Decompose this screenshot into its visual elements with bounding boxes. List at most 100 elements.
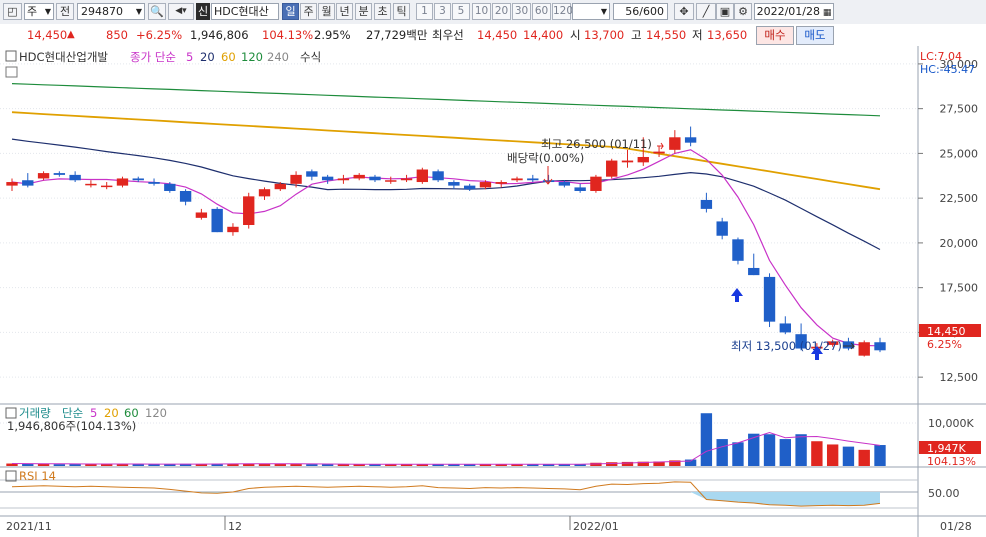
candle-body [211,208,223,233]
trade-amount: 27,729백만 [366,28,428,42]
period-button[interactable]: 일 [282,3,299,20]
candle-body [385,180,397,182]
period-button[interactable]: 년 [336,3,353,20]
period-button[interactable]: 분 [355,3,372,20]
volume-bar [53,464,66,466]
candle-body [306,171,318,177]
volume-bar [826,444,839,466]
legend-stock-name: HDC현대산업개발 [19,50,108,64]
dividend-annotation: 배당락(0.00%) [507,151,584,165]
volume-ma60: 60 [124,406,139,420]
candle-body [353,174,365,179]
period-button[interactable]: 월 [318,3,335,20]
interval-button[interactable]: 10 [472,3,491,20]
sell-button[interactable]: 매도 [796,26,834,45]
candle-body [369,176,381,181]
volume-ratio: 104.13% [262,28,314,42]
volume-tag-percent: 104.13% [927,455,976,468]
y-tick-label: 17,500 [940,282,979,295]
gear-icon[interactable]: ⚙ [734,3,752,20]
x-label-jan: 2022/01 [573,520,619,533]
data-count-field[interactable]: 56/600 [613,3,668,20]
candle-body [321,176,334,181]
candle-body [116,178,129,186]
candle-body [763,276,776,322]
volume-value: 1,946,806 [190,28,249,42]
legend-ma-title: 종가 단순 [130,50,176,64]
candle-body [227,226,239,233]
volume-bar [779,439,791,466]
interval-button[interactable]: 60 [532,3,551,20]
stock-name-field[interactable]: HDC현대산업 [211,3,279,20]
chevron-down-icon: ▼ [135,7,142,16]
open-label: 시 [570,28,581,42]
turnover-rate: 2.95% [314,28,351,42]
best-bid-price: 14,400 [523,28,564,42]
buy-button[interactable]: 매수 [756,26,794,45]
period-button[interactable]: 주 [300,3,317,20]
candle-body [69,174,81,181]
interval-button[interactable]: 120 [552,3,573,20]
x-label-dec: 12 [228,520,242,533]
legend-ma60: 60 [221,50,236,64]
y-tick-label: 22,500 [940,192,979,205]
volume-title: 거래량 [19,406,51,420]
chart-toolbar: ◰ 주▼ 전 294870▼ 🔍 ◀▾ 신 HDC현대산업 일주월년분초틱 13… [0,0,986,25]
period-button[interactable]: 초 [374,3,391,20]
low-price: 13,650 [707,28,748,42]
grid-toggle-icon[interactable] [5,66,18,78]
interval-custom-input[interactable]: ▼ [572,3,610,20]
line-tool-icon[interactable]: ╱ [696,3,716,20]
volume-bar [732,442,744,466]
volume-bar [606,462,618,466]
search-icon[interactable]: 🔍 [148,3,166,20]
candle-body [574,187,586,191]
candle-body [511,178,523,181]
volume-bar [321,464,334,466]
volume-bar [858,449,870,466]
volume-bar [700,413,713,466]
lc-value: LC:7.04 [920,50,962,63]
stock-code-input[interactable]: 294870 ▼ [77,3,145,20]
best-ask-label: 최우선 [432,28,464,42]
candle-body [6,182,18,186]
save-icon[interactable]: ▣ [716,3,734,20]
last-price-tag-value: 14,450 [927,325,966,338]
stock-chart[interactable]: 12,50015,00017,50020,00022,50025,00027,5… [0,46,986,537]
candle-body [290,174,302,184]
new-stock-badge[interactable]: 신 [196,3,211,20]
candle-body [432,171,444,181]
calendar-icon: ▦ [820,8,832,18]
candle-body [258,189,271,197]
candle-body [164,183,176,191]
chevron-down-icon: ▼ [600,7,607,16]
tool-icon[interactable]: ✥ [674,3,694,20]
window-icon[interactable]: ◰ [3,3,22,20]
interval-button[interactable]: 20 [492,3,511,20]
candle-body [53,173,66,175]
interval-button[interactable]: 1 [416,3,433,20]
period-type-select[interactable]: 주 ▼ [24,3,54,20]
period-button[interactable]: 틱 [393,3,410,20]
candle-body [669,137,681,150]
candle-body [195,212,208,218]
interval-button[interactable]: 5 [452,3,470,20]
candle-body [748,267,760,276]
legend-ma5: 5 [186,50,193,64]
candle-body [732,239,744,261]
interval-button[interactable]: 30 [512,3,531,20]
volume-bar [716,439,728,466]
volume-bar [811,441,823,466]
current-price: 14,450 [27,28,68,42]
sound-icon[interactable]: ◀▾ [168,3,194,20]
volume-tag-value: 1,947K [927,442,966,455]
high-price: 14,550 [646,28,687,42]
volume-ma20: 20 [104,406,119,420]
candle-body [416,169,429,183]
candle-body [101,185,113,188]
date-field[interactable]: 2022/01/28 ▦ [754,3,834,20]
prev-button[interactable]: 전 [56,3,74,20]
y-tick-label: 12,500 [940,371,979,384]
change-percent: +6.25% [136,28,183,42]
interval-button[interactable]: 3 [434,3,451,20]
